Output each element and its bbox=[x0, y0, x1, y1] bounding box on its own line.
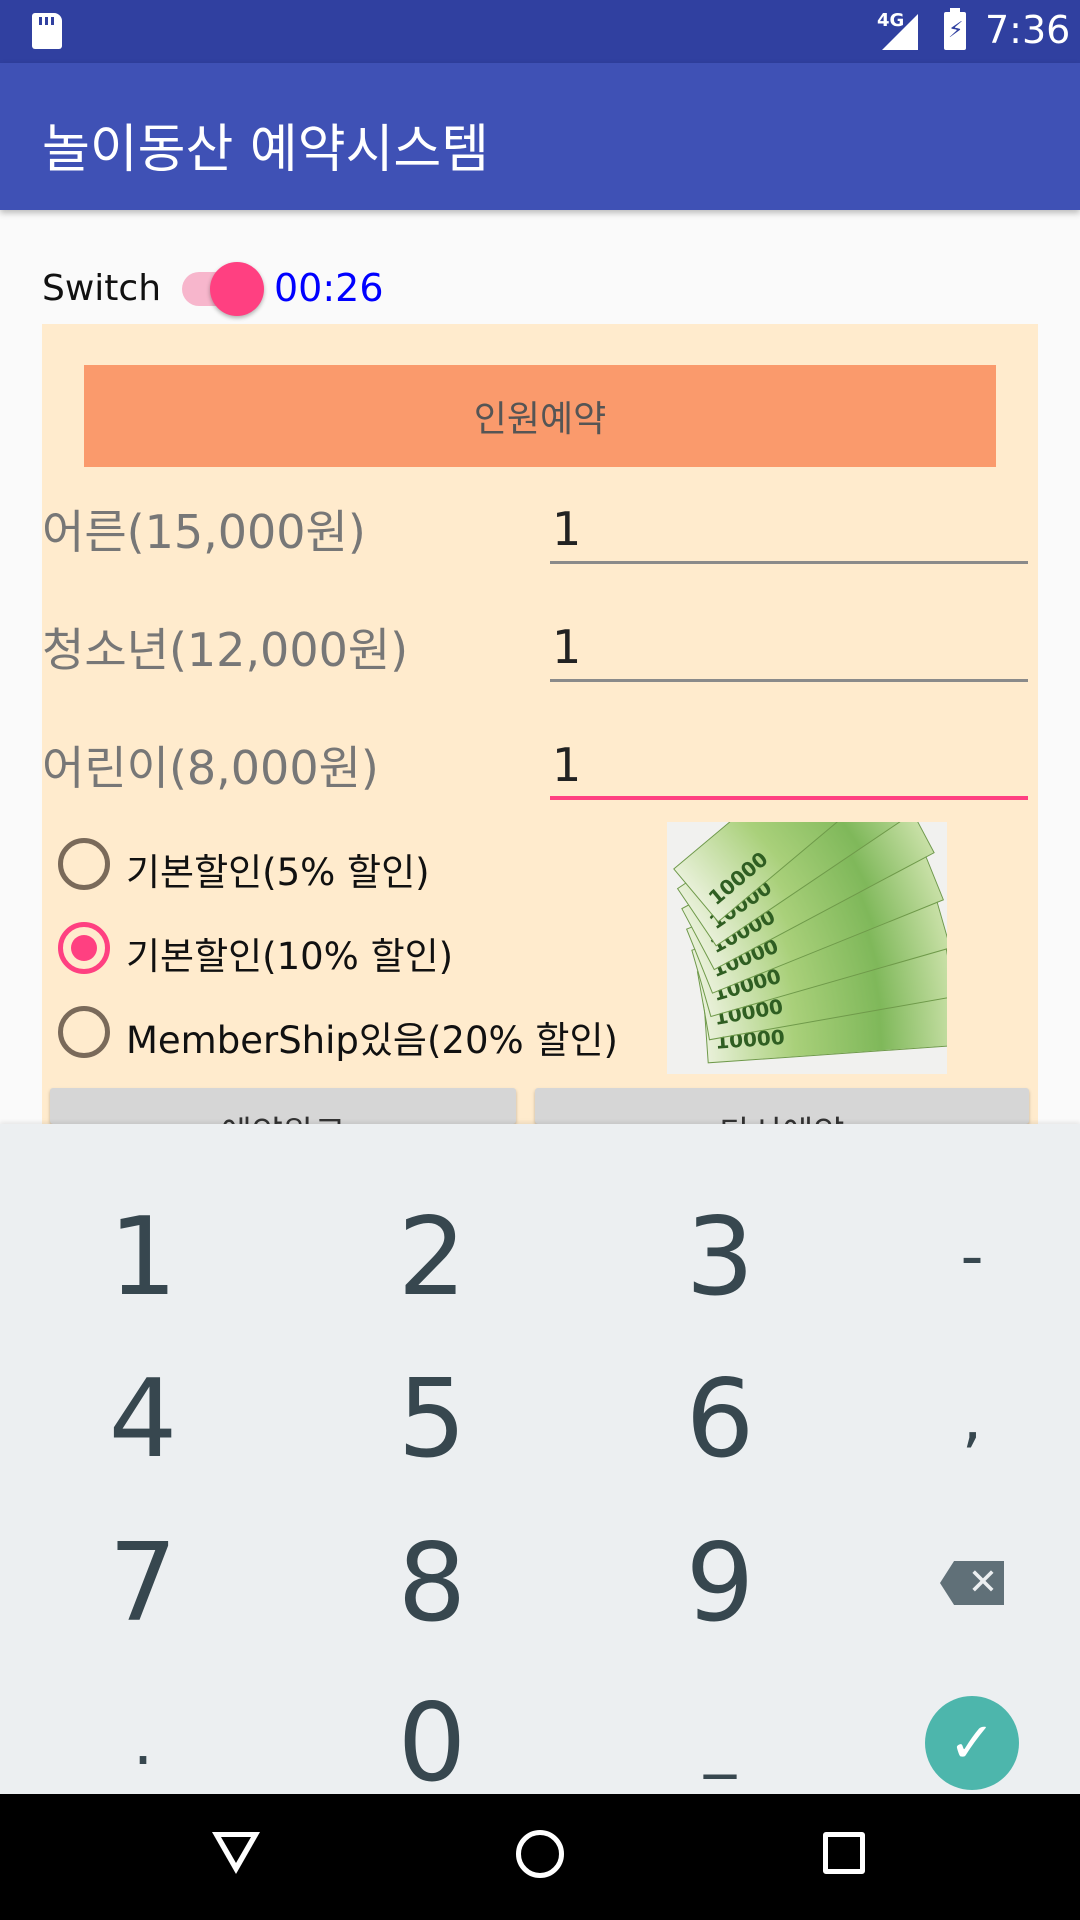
teen-label: 청소년(12,000원) bbox=[42, 623, 409, 677]
home-icon[interactable] bbox=[516, 1830, 564, 1878]
switch-label: Switch bbox=[42, 268, 162, 309]
key-backspace[interactable]: ✕ bbox=[837, 1500, 1080, 1666]
membership-radio[interactable] bbox=[58, 1006, 110, 1058]
key-minus[interactable]: - bbox=[837, 1174, 1080, 1340]
money-image: 10000 10000 10000 10000 10000 10000 1000… bbox=[667, 822, 947, 1074]
key-8[interactable]: 8 bbox=[297, 1500, 567, 1666]
switch-toggle[interactable] bbox=[210, 262, 264, 316]
discount-10-label[interactable]: 기본할인(10% 할인) bbox=[126, 926, 453, 980]
numeric-keypad: 1 2 3 - 4 5 6 , 7 8 9 ✕ . 0 _ ✓ bbox=[0, 1124, 1080, 1806]
chronometer: 00:26 bbox=[274, 266, 384, 310]
recent-apps-icon[interactable] bbox=[823, 1832, 865, 1874]
app-bar: 놀이동산 예약시스템 bbox=[0, 63, 1080, 210]
key-6[interactable]: 6 bbox=[585, 1336, 855, 1502]
signal-icon bbox=[882, 14, 918, 50]
backspace-icon: ✕ bbox=[940, 1561, 1004, 1605]
battery-charging-icon: ⚡ bbox=[944, 8, 966, 50]
key-3[interactable]: 3 bbox=[585, 1174, 855, 1340]
adult-count-input[interactable]: 1 bbox=[550, 494, 1028, 564]
teen-count-input[interactable]: 1 bbox=[550, 612, 1028, 682]
discount-5-label[interactable]: 기본할인(5% 할인) bbox=[126, 842, 430, 896]
key-5[interactable]: 5 bbox=[297, 1336, 567, 1502]
status-time: 7:36 bbox=[985, 8, 1071, 52]
reset-reservation-button[interactable]: 다시예약 bbox=[535, 1088, 1029, 1124]
key-2[interactable]: 2 bbox=[297, 1174, 567, 1340]
adult-label: 어른(15,000원) bbox=[42, 505, 366, 559]
sd-card-icon bbox=[32, 13, 62, 49]
back-icon[interactable] bbox=[212, 1832, 260, 1874]
child-count-input[interactable]: 1 bbox=[550, 730, 1028, 800]
discount-5-radio[interactable] bbox=[58, 838, 110, 890]
key-comma[interactable]: , bbox=[837, 1336, 1080, 1502]
key-9[interactable]: 9 bbox=[585, 1500, 855, 1666]
app-title: 놀이동산 예약시스템 bbox=[42, 120, 490, 180]
status-bar: 4G ⚡ 7:36 bbox=[0, 0, 1080, 63]
key-7[interactable]: 7 bbox=[8, 1500, 278, 1666]
child-label: 어린이(8,000원) bbox=[42, 741, 379, 795]
reserve-people-button[interactable]: 인원예약 bbox=[84, 365, 996, 467]
checkmark-icon: ✓ bbox=[925, 1696, 1019, 1790]
complete-reservation-button[interactable]: 예약완료 bbox=[50, 1088, 516, 1124]
membership-label[interactable]: MemberShip있음(20% 할인) bbox=[126, 1010, 618, 1064]
key-1[interactable]: 1 bbox=[8, 1174, 278, 1340]
key-4[interactable]: 4 bbox=[8, 1336, 278, 1502]
discount-10-radio[interactable] bbox=[58, 922, 110, 974]
navigation-bar bbox=[0, 1794, 1080, 1920]
